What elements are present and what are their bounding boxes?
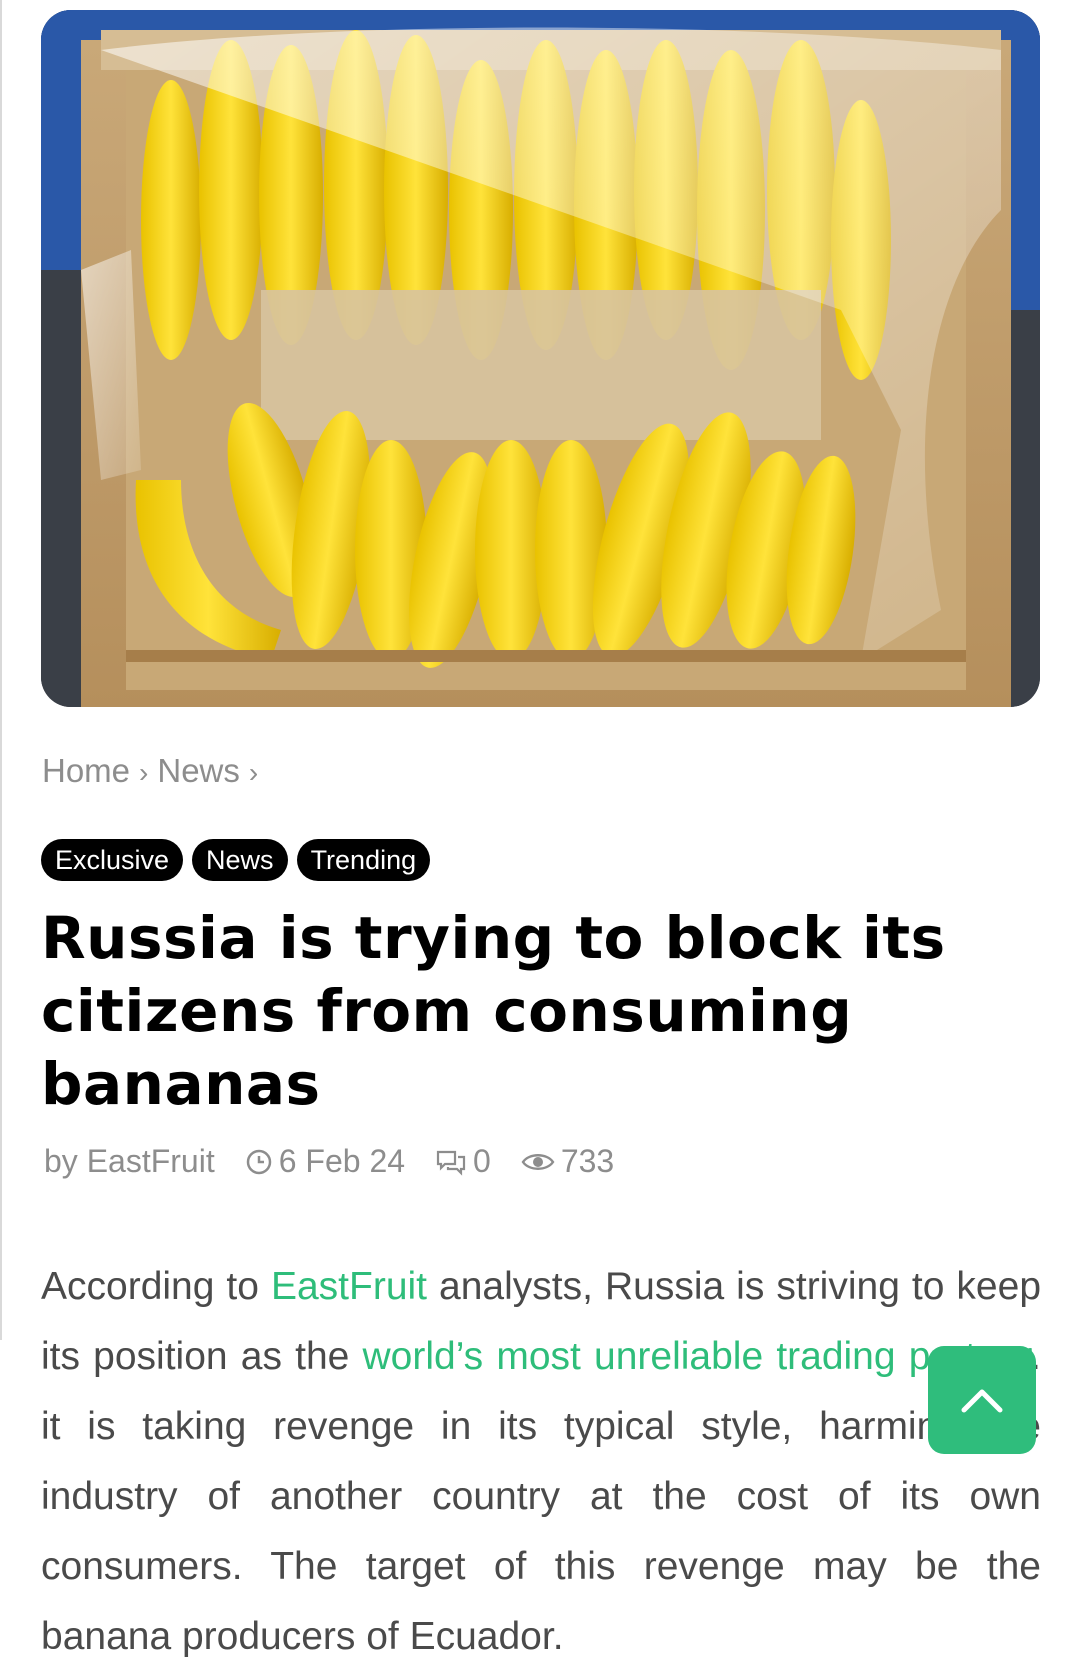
view-count-text: 733 bbox=[560, 1143, 615, 1179]
clock-icon bbox=[246, 1149, 271, 1174]
tag-exclusive[interactable]: Exclusive bbox=[41, 839, 184, 881]
author-name[interactable]: EastFruit bbox=[87, 1143, 215, 1180]
view-count: 733 bbox=[521, 1143, 614, 1180]
breadcrumb-separator: › bbox=[139, 757, 149, 788]
banana-box-illustration bbox=[41, 10, 1040, 707]
comment-count[interactable]: 0 bbox=[435, 1143, 491, 1180]
article-hero-image bbox=[41, 10, 1040, 707]
breadcrumb: Home › News › bbox=[42, 752, 267, 790]
eye-icon bbox=[521, 1153, 555, 1170]
comment-count-text: 0 bbox=[473, 1143, 491, 1179]
page-left-border bbox=[0, 0, 2, 1340]
article-body-paragraph: According to EastFruit analysts, Russia … bbox=[41, 1252, 1041, 1666]
chevron-up-icon bbox=[961, 1389, 1003, 1413]
author-byline: by EastFruit bbox=[44, 1143, 215, 1180]
tag-trending[interactable]: Trending bbox=[296, 839, 431, 881]
breadcrumb-separator: › bbox=[248, 757, 259, 788]
author-prefix: by bbox=[44, 1143, 78, 1179]
breadcrumb-news-link[interactable]: News bbox=[157, 752, 240, 789]
body-text-segment: . it is taking revenge in its typical st… bbox=[41, 1335, 1041, 1658]
date-text: 6 Feb 24 bbox=[278, 1143, 406, 1179]
article-meta: by EastFruit 6 Feb 24 0 733 bbox=[44, 1143, 644, 1180]
publish-date: 6 Feb 24 bbox=[245, 1143, 405, 1180]
eastfruit-link[interactable]: EastFruit bbox=[271, 1265, 427, 1308]
comment-icon bbox=[436, 1150, 466, 1176]
scroll-to-top-button[interactable] bbox=[928, 1346, 1036, 1454]
breadcrumb-home-link[interactable]: Home bbox=[42, 752, 130, 789]
article-tags: Exclusive News Trending bbox=[41, 839, 431, 881]
article-title: Russia is trying to block its citizens f… bbox=[41, 904, 946, 1118]
tag-news[interactable]: News bbox=[192, 839, 288, 881]
body-text-segment: According to bbox=[41, 1265, 271, 1308]
